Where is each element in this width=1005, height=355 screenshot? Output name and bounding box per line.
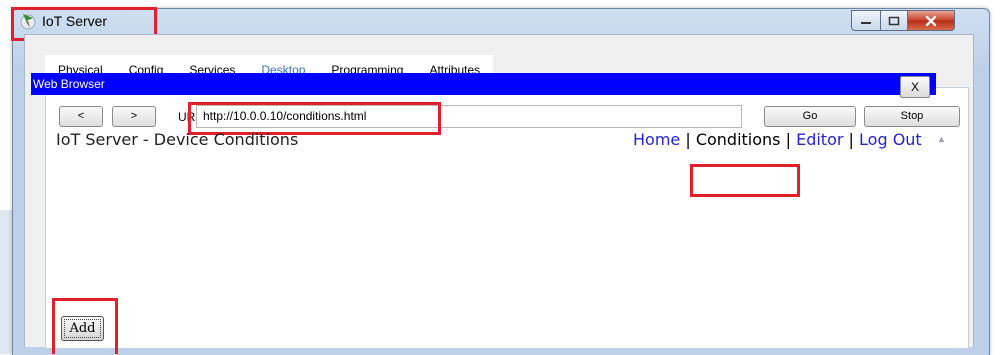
nav-separator-3: | [848, 130, 854, 149]
web-browser-title: Web Browser [33, 77, 105, 91]
back-button[interactable]: < [59, 106, 103, 127]
close-button[interactable] [907, 10, 955, 31]
page-nav-links: Home | Conditions | Editor | Log Out [633, 130, 922, 149]
go-button[interactable]: Go [764, 106, 856, 127]
browser-close-button[interactable]: X [900, 76, 930, 98]
add-button[interactable]: Add [61, 316, 104, 341]
close-icon [925, 15, 937, 26]
forward-button[interactable]: > [112, 106, 156, 127]
window-title: IoT Server [42, 13, 108, 29]
maximize-button[interactable] [880, 10, 907, 31]
minimize-button[interactable] [851, 10, 880, 31]
nav-link-home[interactable]: Home [633, 130, 680, 149]
nav-link-logout[interactable]: Log Out [859, 130, 922, 149]
page-title: IoT Server - Device Conditions [56, 130, 299, 149]
web-browser-titlebar: Web Browser X [31, 73, 936, 98]
maximize-icon [888, 16, 900, 25]
nav-separator: | [685, 130, 691, 149]
nav-separator-2: | [785, 130, 791, 149]
stop-button[interactable]: Stop [864, 106, 960, 127]
nav-link-conditions[interactable]: Conditions [696, 130, 781, 149]
nav-link-editor[interactable]: Editor [796, 130, 843, 149]
scroll-up-arrow-icon[interactable]: ▲ [937, 134, 946, 144]
url-input[interactable]: http://10.0.0.10/conditions.html [196, 105, 742, 128]
minimize-icon [861, 21, 871, 24]
app-logo-icon [20, 14, 36, 30]
